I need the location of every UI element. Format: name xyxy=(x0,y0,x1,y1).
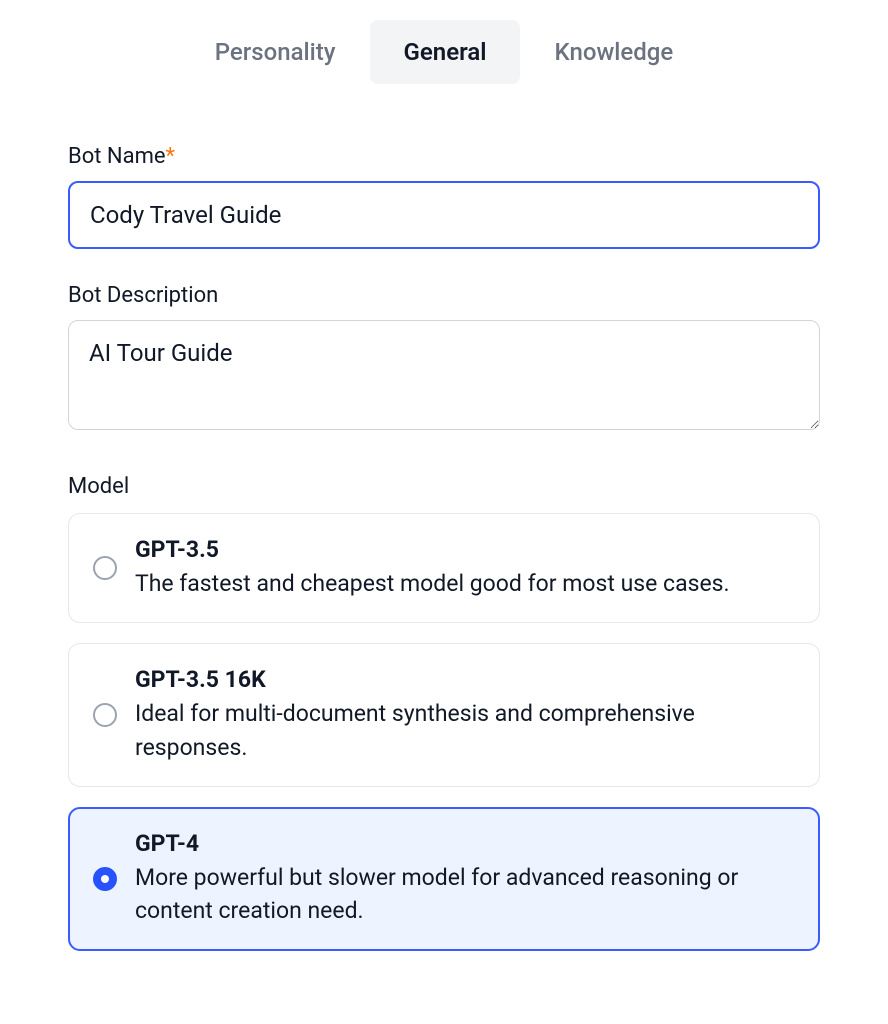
bot-name-input[interactable] xyxy=(68,181,820,249)
required-indicator-icon: * xyxy=(166,144,175,169)
bot-description-label: Bot Description xyxy=(68,283,820,308)
model-option-gpt-3-5-16k[interactable]: GPT-3.5 16K Ideal for multi-document syn… xyxy=(68,643,820,787)
bot-description-group: Bot Description AI Tour Guide xyxy=(68,283,820,434)
model-option-content: GPT-3.5 16K Ideal for multi-document syn… xyxy=(135,666,795,764)
bot-name-label: Bot Name* xyxy=(68,144,820,169)
bot-name-group: Bot Name* xyxy=(68,144,820,249)
model-option-description: Ideal for multi-document synthesis and c… xyxy=(135,697,795,764)
tab-knowledge[interactable]: Knowledge xyxy=(520,20,707,84)
bot-description-input[interactable]: AI Tour Guide xyxy=(68,320,820,430)
model-section-label: Model xyxy=(68,474,820,499)
radio-icon xyxy=(93,867,117,891)
model-option-content: GPT-4 More powerful but slower model for… xyxy=(135,830,795,928)
model-option-content: GPT-3.5 The fastest and cheapest model g… xyxy=(135,536,795,600)
radio-inner-icon xyxy=(101,875,109,883)
radio-inner-icon xyxy=(101,711,109,719)
bot-name-label-text: Bot Name xyxy=(68,144,166,169)
model-option-title: GPT-3.5 16K xyxy=(135,666,795,693)
model-option-description: The fastest and cheapest model good for … xyxy=(135,567,795,600)
tab-general[interactable]: General xyxy=(370,20,521,84)
model-option-gpt-4[interactable]: GPT-4 More powerful but slower model for… xyxy=(68,807,820,951)
radio-inner-icon xyxy=(101,564,109,572)
tab-personality[interactable]: Personality xyxy=(181,20,370,84)
model-option-title: GPT-3.5 xyxy=(135,536,795,563)
radio-icon xyxy=(93,556,117,580)
radio-icon xyxy=(93,703,117,727)
model-option-description: More powerful but slower model for advan… xyxy=(135,861,795,928)
model-group: Model GPT-3.5 The fastest and cheapest m… xyxy=(68,474,820,951)
tabs-container: Personality General Knowledge xyxy=(68,20,820,84)
model-option-title: GPT-4 xyxy=(135,830,795,857)
model-option-gpt-3-5[interactable]: GPT-3.5 The fastest and cheapest model g… xyxy=(68,513,820,623)
